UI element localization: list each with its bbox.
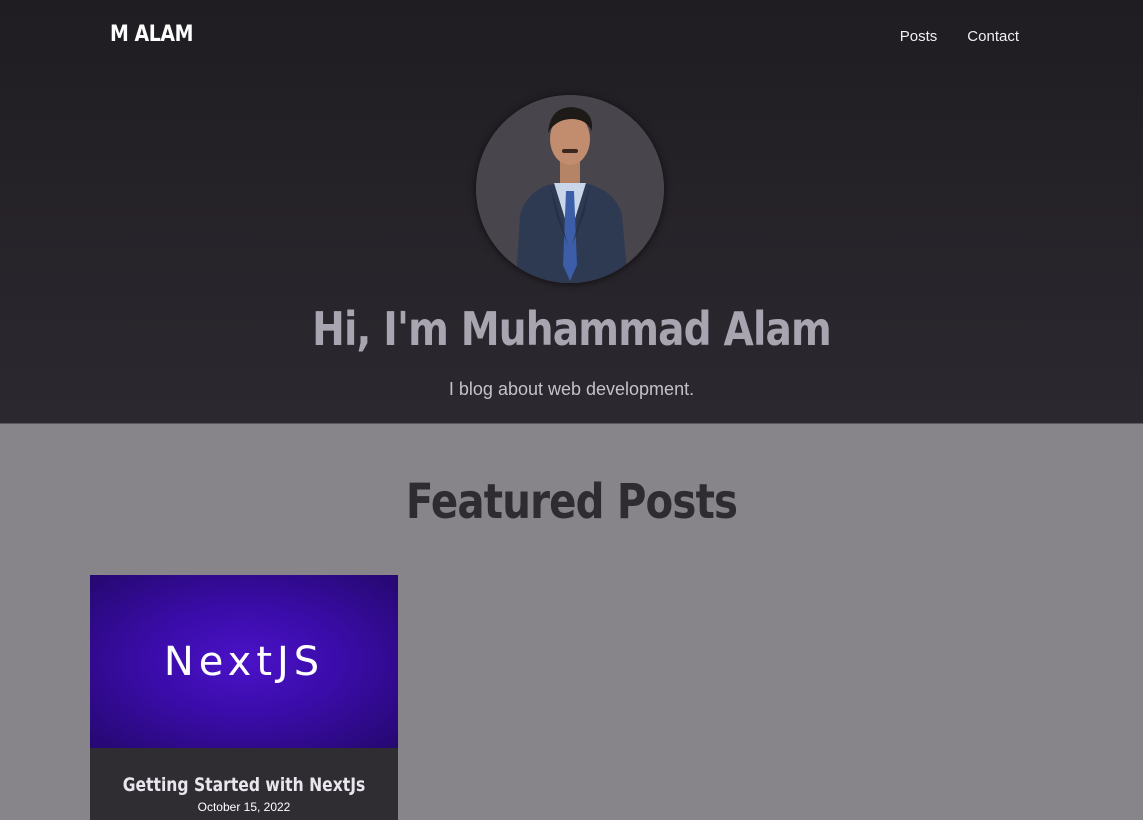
hero-section: M ALAM Posts Contact Hi, I'm Muhammad Al… — [0, 0, 1143, 424]
post-card[interactable]: NextJS Getting Started with NextJs Octob… — [90, 575, 398, 820]
top-nav: M ALAM Posts Contact — [0, 0, 1143, 74]
hero-subtitle: I blog about web development. — [448, 379, 695, 399]
featured-posts-section: Featured Posts NextJS Getting Started wi… — [0, 424, 1143, 820]
site-logo[interactable]: M ALAM — [110, 22, 193, 47]
post-image-text: NextJS — [163, 638, 325, 685]
nav-link-contact[interactable]: Contact — [967, 28, 1019, 45]
avatar — [476, 95, 664, 283]
featured-posts-title: Featured Posts — [405, 474, 738, 530]
profile-photo — [476, 95, 664, 283]
nav-links: Posts Contact — [900, 28, 1019, 45]
post-date: October 15, 2022 — [197, 800, 291, 814]
nav-link-posts[interactable]: Posts — [900, 28, 938, 45]
post-image[interactable]: NextJS — [90, 575, 398, 748]
hero-title: Hi, I'm Muhammad Alam — [312, 302, 832, 356]
post-title[interactable]: Getting Started with NextJs — [118, 774, 371, 796]
